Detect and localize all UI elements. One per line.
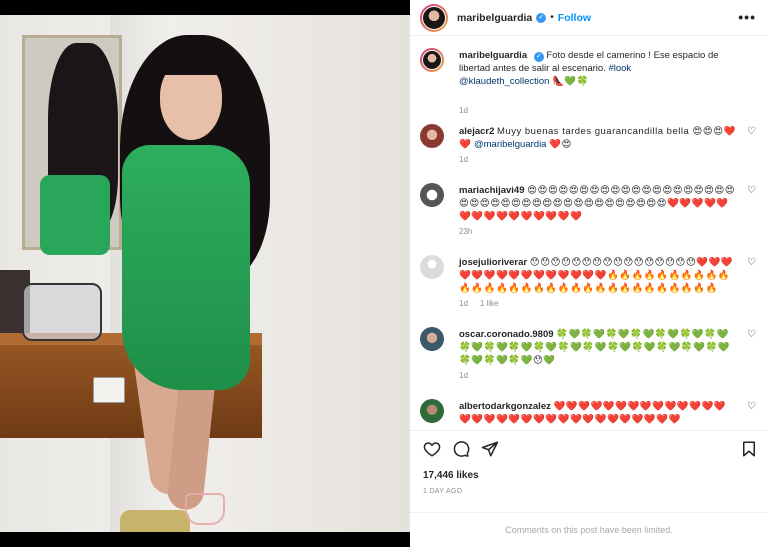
comment-text: josejulioriverar 😯😯😯😯😯😯😯😯😯😯😯😯😯😯😯😯❤️❤️❤️❤…	[459, 256, 737, 295]
likes-count[interactable]: 17,446 likes	[423, 470, 479, 481]
comments-limited-notice: Comments on this post have been limited.	[410, 512, 768, 547]
green-dress	[122, 145, 250, 390]
commenter-avatar[interactable]	[420, 124, 444, 148]
comment-text: albertodarkgonzalez ❤️❤️❤️❤️❤️❤️❤️❤️❤️❤️…	[459, 400, 737, 426]
author-avatar[interactable]	[420, 3, 448, 32]
author-avatar[interactable]	[420, 48, 444, 72]
verified-badge-icon: ✓	[533, 52, 544, 62]
caption-time: 1d	[459, 106, 468, 115]
commenter-username[interactable]: alejacr2	[459, 126, 494, 137]
caption-username[interactable]: maribelguardia	[459, 50, 527, 61]
caption-meta: 1d	[459, 106, 468, 115]
commenter-avatar[interactable]	[420, 183, 444, 207]
wall-outlet	[93, 377, 125, 403]
comment-meta: 1d 1 like	[459, 299, 499, 308]
mirror-reflection-dress	[40, 175, 110, 255]
clear-heel-shoe	[185, 493, 225, 525]
comment-like-heart-outline-icon[interactable]: ♡	[747, 257, 756, 268]
comment-like-heart-outline-icon[interactable]: ♡	[747, 401, 756, 412]
clear-makeup-bag	[22, 283, 102, 341]
heart-icon[interactable]	[423, 440, 441, 458]
post-details-panel: maribelguardia ✓ • Follow ••• maribelgua…	[410, 0, 768, 547]
comment-time: 1d	[459, 155, 468, 164]
follow-button[interactable]: Follow	[558, 12, 591, 24]
commenter-username[interactable]: josejulioriverar	[459, 257, 527, 268]
commenter-username[interactable]: oscar.coronado.9809	[459, 329, 554, 340]
instagram-post-modal: maribelguardia ✓ • Follow ••• maribelgua…	[0, 0, 768, 547]
commenter-username[interactable]: albertodarkgonzalez	[459, 401, 551, 412]
comment-text: oscar.coronado.9809 🍀💚🍀💚🍀💚🍀💚🍀💚🍀💚🍀💚🍀💚🍀💚🍀💚…	[459, 328, 737, 367]
hashtag-link[interactable]: #look	[608, 63, 631, 74]
floor-bag	[120, 510, 190, 532]
caption-emoji: 👠💚🍀	[552, 76, 590, 87]
comment-meta: 1d	[459, 155, 468, 164]
woman-bangs	[158, 49, 226, 75]
comment-text: mariachijavi49 😍😍😍😍😍😍😍😍😍😍😍😍😍😍😍😍😍😍😍😍😍😍😍😍😍…	[459, 184, 737, 223]
comment-time: 1d	[459, 371, 468, 380]
mention-link[interactable]: @maribelguardia	[474, 139, 546, 150]
post-actions-bar	[410, 430, 768, 466]
comment-body-tail: ❤️😍	[549, 139, 572, 150]
commenter-avatar[interactable]	[420, 255, 444, 279]
more-options-icon[interactable]: •••	[738, 9, 756, 25]
commenter-avatar[interactable]	[420, 399, 444, 423]
post-photo[interactable]	[0, 15, 410, 532]
comment-like-heart-outline-icon[interactable]: ♡	[747, 126, 756, 137]
post-header: maribelguardia ✓ • Follow •••	[410, 0, 768, 36]
comment-text: alejacr2 Muyy buenas tardes guarancandil…	[459, 125, 737, 151]
comment-meta: 1d	[459, 371, 468, 380]
comment-meta: 23h	[459, 227, 472, 236]
post-date: 1 DAY AGO	[423, 488, 463, 495]
comment-like-heart-outline-icon[interactable]: ♡	[747, 185, 756, 196]
bookmark-icon[interactable]	[740, 440, 758, 458]
author-username[interactable]: maribelguardia	[457, 12, 532, 24]
commenter-username[interactable]: mariachijavi49	[459, 185, 525, 196]
comment-time: 1d	[459, 299, 468, 308]
verified-badge-icon: ✓	[536, 12, 547, 23]
comments-list[interactable]: maribelguardia ✓ Foto desde el camerino …	[410, 38, 768, 430]
caption-text: maribelguardia ✓ Foto desde el camerino …	[459, 49, 737, 88]
comment-icon[interactable]	[452, 440, 470, 458]
commenter-avatar[interactable]	[420, 327, 444, 351]
comment-like-count[interactable]: 1 like	[480, 299, 499, 308]
comment-like-heart-outline-icon[interactable]: ♡	[747, 329, 756, 340]
send-icon[interactable]	[481, 440, 499, 458]
mention-link[interactable]: @klaudeth_collection	[459, 76, 549, 87]
separator-dot: •	[550, 12, 554, 23]
comment-time: 23h	[459, 227, 473, 236]
